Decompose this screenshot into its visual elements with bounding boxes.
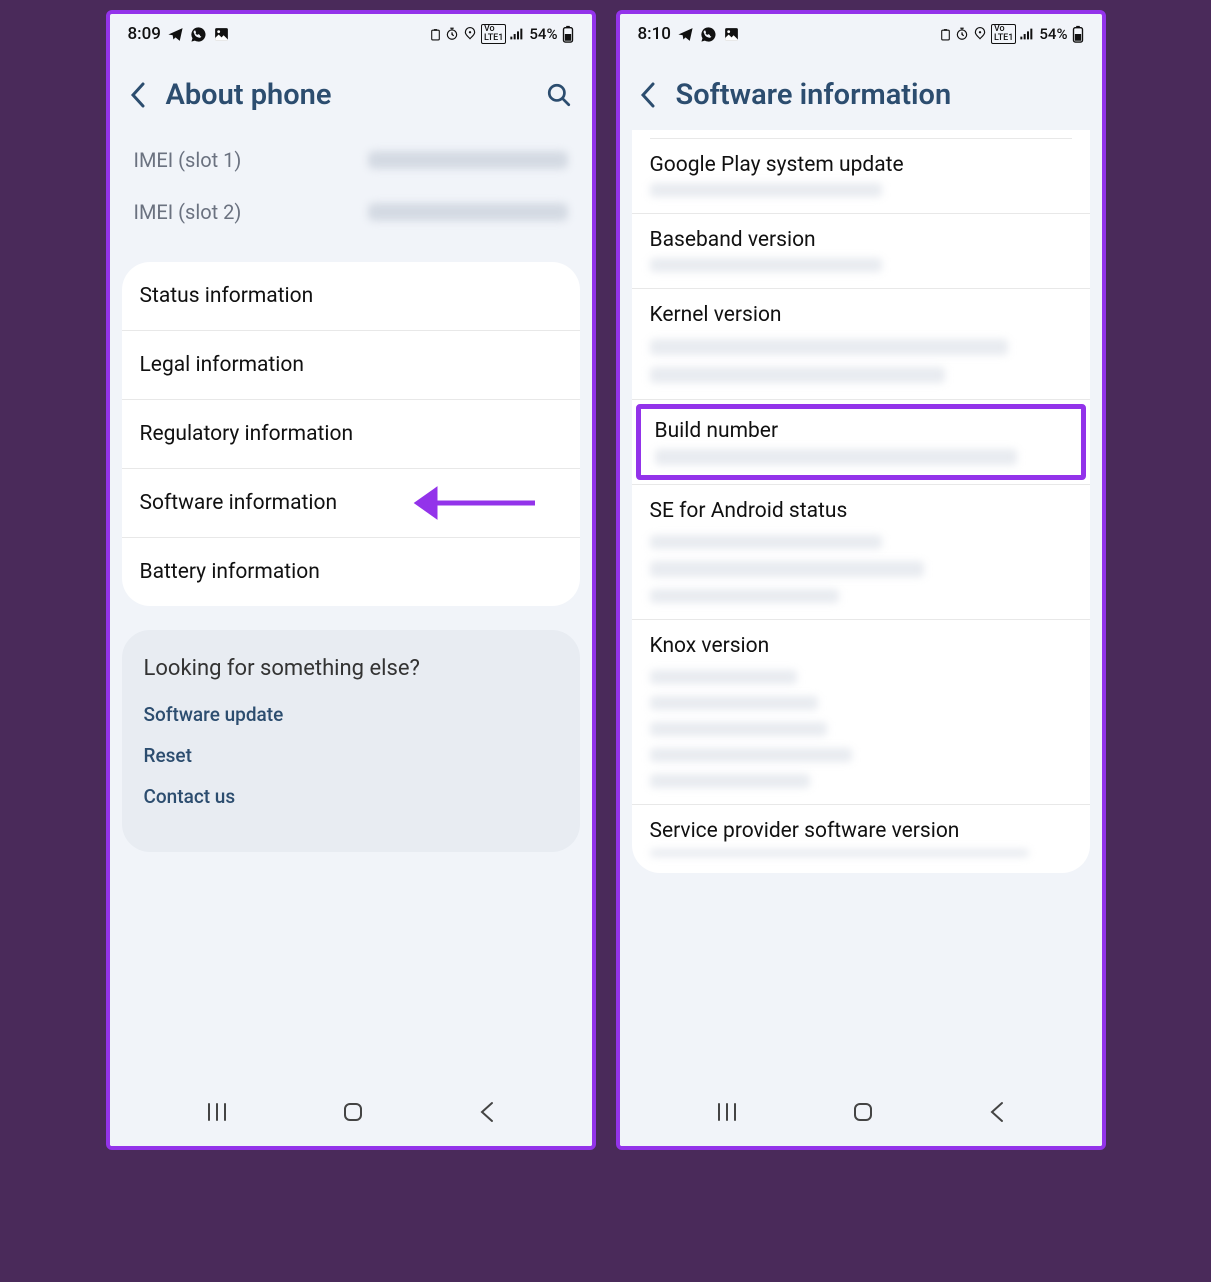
- knox-value-redacted-2: [650, 696, 819, 710]
- header: About phone: [110, 50, 592, 134]
- phone-right: 8:10 VoLTE1 54% Software information Goo…: [616, 10, 1106, 1150]
- imei1-value-redacted: [368, 151, 568, 169]
- status-icons-right: VoLTE1: [939, 24, 1035, 44]
- google-play-update-item[interactable]: Google Play system update: [632, 139, 1090, 214]
- back-nav-button[interactable]: [989, 1101, 1005, 1123]
- telegram-icon: [167, 26, 184, 43]
- se-android-status-item[interactable]: SE for Android status: [632, 485, 1090, 620]
- battery-icon: [1072, 25, 1084, 43]
- battery-icon: [562, 25, 574, 43]
- page-title: Software information: [676, 78, 1082, 112]
- whatsapp-icon: [700, 26, 717, 43]
- battery-information-item[interactable]: Battery information: [122, 538, 580, 606]
- knox-value-redacted: [650, 670, 798, 684]
- kernel-version-item[interactable]: Kernel version: [632, 289, 1090, 400]
- status-information-item[interactable]: Status information: [122, 262, 580, 331]
- regulatory-information-item[interactable]: Regulatory information: [122, 400, 580, 469]
- build-value-redacted: [655, 449, 1018, 465]
- imei2-label: IMEI (slot 2): [134, 200, 242, 224]
- play-update-value-redacted: [650, 183, 882, 197]
- back-button[interactable]: [640, 82, 656, 108]
- phone-left: 8:09 VoLTE1 54% About phone IM: [106, 10, 596, 1150]
- back-nav-button[interactable]: [479, 1101, 495, 1123]
- kernel-value-redacted: [650, 339, 1009, 355]
- software-update-link[interactable]: Software update: [144, 703, 558, 726]
- battery-percent: 54%: [1039, 25, 1067, 43]
- baseband-version-item[interactable]: Baseband version: [632, 214, 1090, 289]
- status-time: 8:10: [638, 24, 671, 44]
- software-information-item[interactable]: Software information: [122, 469, 580, 538]
- imei-section: IMEI (slot 1) IMEI (slot 2): [110, 134, 592, 262]
- status-bar: 8:09 VoLTE1 54%: [110, 14, 592, 50]
- se-value-redacted-2: [650, 561, 924, 577]
- knox-value-redacted-3: [650, 722, 827, 736]
- gallery-icon: [723, 26, 740, 43]
- build-number-item[interactable]: Build number: [632, 400, 1090, 485]
- status-bar: 8:10 VoLTE1 54%: [620, 14, 1102, 50]
- telegram-icon: [677, 26, 694, 43]
- battery-percent: 54%: [529, 25, 557, 43]
- kernel-value-redacted-2: [650, 367, 945, 383]
- back-button[interactable]: [130, 82, 146, 108]
- home-button[interactable]: [341, 1100, 365, 1124]
- footer-title: Looking for something else?: [144, 656, 558, 681]
- imei-slot-2[interactable]: IMEI (slot 2): [134, 186, 568, 238]
- status-icons-right: VoLTE1: [429, 24, 525, 44]
- knox-value-redacted-4: [650, 748, 853, 762]
- service-provider-value-redacted: [650, 849, 1030, 857]
- knox-value-redacted-5: [650, 774, 810, 788]
- status-time: 8:09: [128, 24, 161, 44]
- service-provider-version-item[interactable]: Service provider software version: [632, 805, 1090, 873]
- knox-version-item[interactable]: Knox version: [632, 620, 1090, 805]
- arrow-annotation-icon: [410, 483, 540, 523]
- se-value-redacted: [650, 535, 882, 549]
- page-title: About phone: [166, 78, 526, 112]
- recent-apps-button[interactable]: [716, 1102, 738, 1122]
- imei-slot-1[interactable]: IMEI (slot 1): [134, 134, 568, 186]
- gallery-icon: [213, 26, 230, 43]
- imei2-value-redacted: [368, 203, 568, 221]
- contact-us-link[interactable]: Contact us: [144, 785, 558, 808]
- recent-apps-button[interactable]: [206, 1102, 228, 1122]
- reset-link[interactable]: Reset: [144, 744, 558, 767]
- navigation-bar: [620, 1082, 1102, 1146]
- footer-section: Looking for something else? Software upd…: [122, 630, 580, 852]
- search-button[interactable]: [546, 82, 572, 108]
- home-button[interactable]: [851, 1100, 875, 1124]
- baseband-value-redacted: [650, 258, 882, 272]
- header: Software information: [620, 50, 1102, 134]
- whatsapp-icon: [190, 26, 207, 43]
- imei1-label: IMEI (slot 1): [134, 148, 242, 172]
- se-value-redacted-3: [650, 589, 840, 603]
- software-info-card: Google Play system update Baseband versi…: [632, 130, 1090, 873]
- info-card: Status information Legal information Reg…: [122, 262, 580, 606]
- build-number-highlight: Build number: [636, 404, 1086, 480]
- navigation-bar: [110, 1082, 592, 1146]
- legal-information-item[interactable]: Legal information: [122, 331, 580, 400]
